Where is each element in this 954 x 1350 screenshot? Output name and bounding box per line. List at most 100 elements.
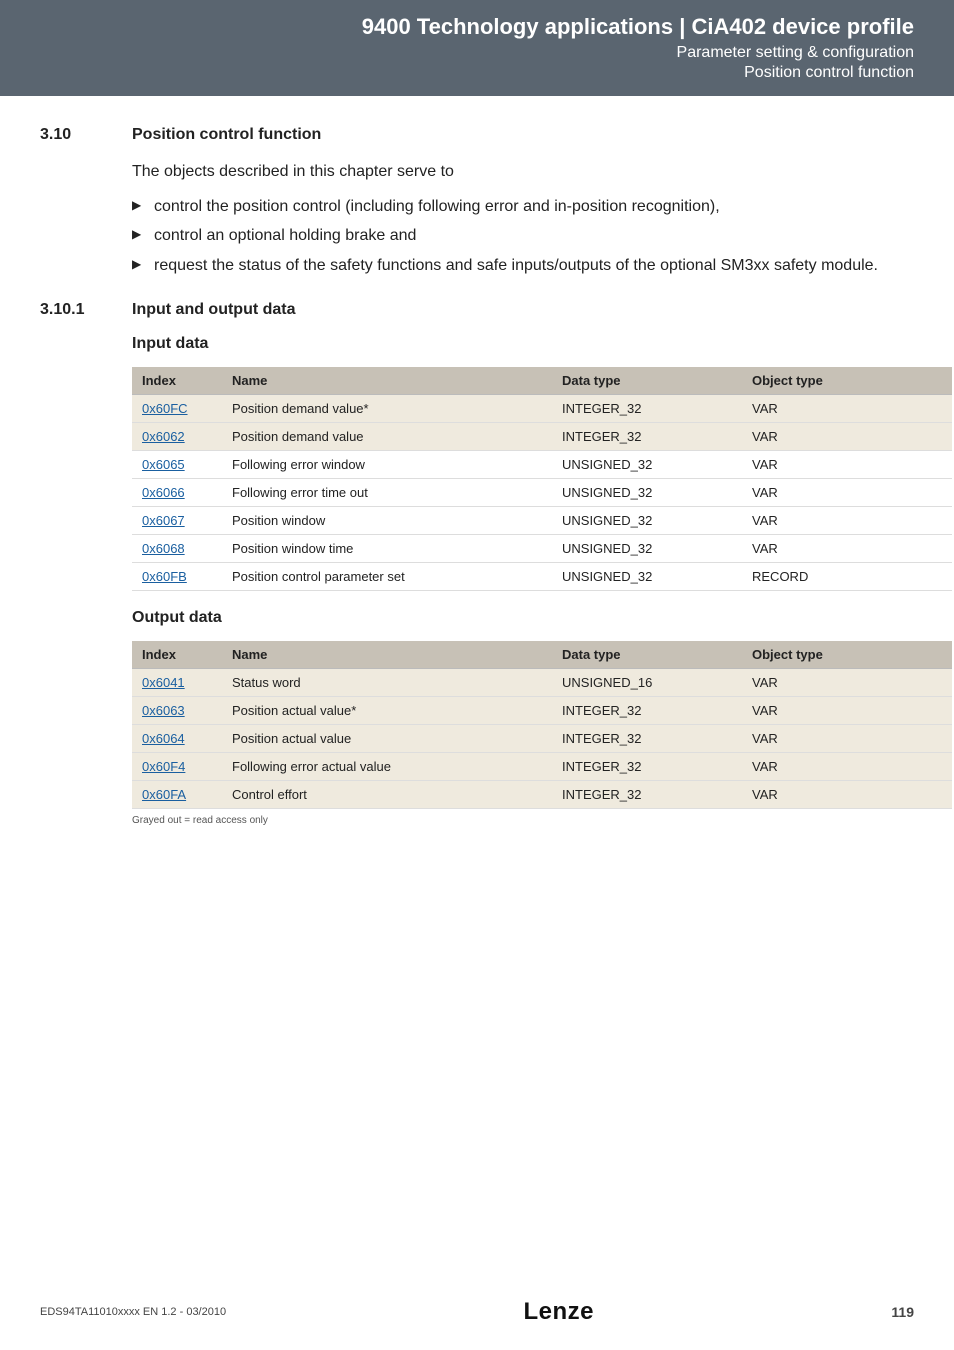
cell-name: Position control parameter set	[222, 562, 552, 590]
section-3-10: 3.10 Position control function	[40, 126, 914, 144]
cell-otype: VAR	[742, 780, 952, 808]
table-row: 0x6065 Following error windowUNSIGNED_32V…	[132, 450, 952, 478]
cell-index: 0x60F4	[132, 752, 222, 780]
footer-left-text: EDS94TA11010xxxx EN 1.2 - 03/2010	[40, 1306, 226, 1318]
page-number: 119	[891, 1304, 914, 1320]
index-link[interactable]: 0x6062	[142, 429, 185, 444]
input-table-body: 0x60FCPosition demand value*INTEGER_32VA…	[132, 394, 952, 590]
cell-name: Following error window	[222, 450, 552, 478]
cell-name: Position demand value*	[222, 394, 552, 422]
index-link[interactable]: 0x60FA	[142, 787, 186, 802]
page-footer: EDS94TA11010xxxx EN 1.2 - 03/2010 Lenze …	[0, 1298, 954, 1326]
doc-title: 9400 Technology applications | CiA402 de…	[0, 14, 914, 40]
cell-otype: VAR	[742, 422, 952, 450]
cell-dtype: INTEGER_32	[552, 724, 742, 752]
table-row: 0x60FA Control effortINTEGER_32VAR	[132, 780, 952, 808]
cell-index: 0x6068	[132, 534, 222, 562]
cell-otype: VAR	[742, 394, 952, 422]
index-link[interactable]: 0x6063	[142, 703, 185, 718]
cell-index: 0x6067	[132, 506, 222, 534]
index-link[interactable]: 0x60F4	[142, 759, 185, 774]
table-row: 0x6063 Position actual value*INTEGER_32VA…	[132, 696, 952, 724]
index-link[interactable]: 0x60FB	[142, 569, 187, 584]
cell-dtype: UNSIGNED_32	[552, 450, 742, 478]
table-row: 0x6041 Status wordUNSIGNED_16VAR	[132, 668, 952, 696]
cell-name: Position demand value	[222, 422, 552, 450]
th-name: Name	[222, 641, 552, 669]
intro-paragraph: The objects described in this chapter se…	[132, 160, 914, 183]
table-row: 0x60F4 Following error actual valueINTEGE…	[132, 752, 952, 780]
cell-dtype: INTEGER_32	[552, 422, 742, 450]
section-number: 3.10	[40, 126, 132, 144]
table-row: 0x6066Following error time outUNSIGNED_3…	[132, 478, 952, 506]
table-row: 0x6067Position windowUNSIGNED_32VAR	[132, 506, 952, 534]
table-row: 0x6068 Position window timeUNSIGNED_32VAR	[132, 534, 952, 562]
table-row: 0x6062 Position demand valueINTEGER_32VAR	[132, 422, 952, 450]
cell-dtype: INTEGER_32	[552, 394, 742, 422]
cell-dtype: UNSIGNED_16	[552, 668, 742, 696]
th-dtype: Data type	[552, 367, 742, 395]
cell-name: Position window time	[222, 534, 552, 562]
input-data-table: Index Name Data type Object type 0x60FC P…	[132, 367, 952, 591]
cell-dtype: INTEGER_32	[552, 752, 742, 780]
cell-otype: RECORD	[742, 562, 952, 590]
section-number: 3.10.1	[40, 301, 132, 319]
cell-index: 0x6065	[132, 450, 222, 478]
index-link[interactable]: 0x6066	[142, 485, 185, 500]
doc-subtitle-1: Parameter setting & configuration	[0, 44, 914, 62]
section-3-10-1: 3.10.1 Input and output data	[40, 301, 914, 319]
th-otype: Object type	[742, 367, 952, 395]
cell-name: Position actual value	[222, 724, 552, 752]
index-link[interactable]: 0x6041	[142, 675, 185, 690]
index-link[interactable]: 0x60FC	[142, 401, 188, 416]
cell-index: 0x60FC	[132, 394, 222, 422]
cell-otype: VAR	[742, 668, 952, 696]
doc-subtitle-2: Position control function	[0, 64, 914, 82]
cell-index: 0x6066	[132, 478, 222, 506]
cell-index: 0x6064	[132, 724, 222, 752]
header-bar: 9400 Technology applications | CiA402 de…	[0, 0, 954, 96]
th-index: Index	[132, 367, 222, 395]
cell-name: Control effort	[222, 780, 552, 808]
cell-index: 0x6062	[132, 422, 222, 450]
index-link[interactable]: 0x6067	[142, 513, 185, 528]
cell-index: 0x60FA	[132, 780, 222, 808]
index-link[interactable]: 0x6068	[142, 541, 185, 556]
table-row: 0x60FC Position demand value*INTEGER_32VA…	[132, 394, 952, 422]
bullet-item: request the status of the safety functio…	[132, 254, 914, 277]
output-table-body: 0x6041Status wordUNSIGNED_16VAR0x6063Pos…	[132, 668, 952, 808]
cell-index: 0x6041	[132, 668, 222, 696]
cell-name: Position actual value*	[222, 696, 552, 724]
output-data-heading: Output data	[132, 609, 914, 627]
cell-name: Status word	[222, 668, 552, 696]
bullet-item: control the position control (including …	[132, 195, 914, 218]
cell-dtype: INTEGER_32	[552, 696, 742, 724]
cell-dtype: UNSIGNED_32	[552, 506, 742, 534]
cell-otype: VAR	[742, 450, 952, 478]
cell-dtype: INTEGER_32	[552, 780, 742, 808]
bullet-item: control an optional holding brake and	[132, 224, 914, 247]
cell-otype: VAR	[742, 752, 952, 780]
cell-otype: VAR	[742, 534, 952, 562]
input-data-heading: Input data	[132, 335, 914, 353]
th-name: Name	[222, 367, 552, 395]
cell-dtype: UNSIGNED_32	[552, 534, 742, 562]
cell-name: Following error actual value	[222, 752, 552, 780]
cell-index: 0x60FB	[132, 562, 222, 590]
brand-logo: Lenze	[523, 1298, 594, 1326]
cell-dtype: UNSIGNED_32	[552, 562, 742, 590]
index-link[interactable]: 0x6065	[142, 457, 185, 472]
index-link[interactable]: 0x6064	[142, 731, 185, 746]
cell-dtype: UNSIGNED_32	[552, 478, 742, 506]
cell-name: Position window	[222, 506, 552, 534]
th-otype: Object type	[742, 641, 952, 669]
section-title: Position control function	[132, 126, 321, 144]
table-footnote: Grayed out = read access only	[132, 815, 914, 826]
cell-otype: VAR	[742, 478, 952, 506]
cell-otype: VAR	[742, 696, 952, 724]
cell-index: 0x6063	[132, 696, 222, 724]
section-title: Input and output data	[132, 301, 296, 319]
output-data-table: Index Name Data type Object type 0x6041S…	[132, 641, 952, 809]
bullet-list: control the position control (including …	[132, 195, 914, 277]
table-row: 0x6064Position actual valueINTEGER_32VAR	[132, 724, 952, 752]
